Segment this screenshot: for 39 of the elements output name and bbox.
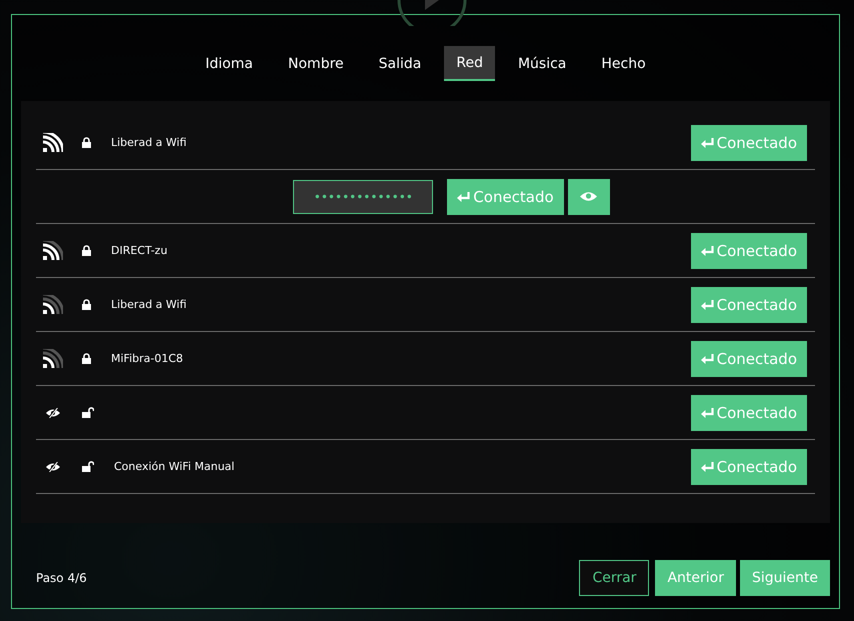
password-field[interactable]: •••••••••••••• (293, 180, 434, 214)
return-icon (700, 300, 714, 310)
signal-icon (43, 132, 63, 152)
network-name: MiFibra-01C8 (111, 352, 184, 365)
step-counter: Paso 4/6 (36, 571, 87, 585)
signal-icon (43, 348, 63, 368)
eye-icon (580, 191, 598, 202)
return-icon (700, 462, 714, 472)
network-name: Conexión WiFi Manual (114, 460, 234, 473)
step-tab[interactable]: Idioma (193, 46, 266, 81)
step-tab[interactable]: Nombre (276, 46, 356, 81)
network-name: Liberad a Wifi (111, 298, 187, 311)
eye-slash-icon (46, 408, 60, 418)
return-icon (700, 138, 714, 148)
connect-button[interactable]: Conectado (447, 178, 564, 214)
wizard-button[interactable]: Anterior (655, 560, 736, 596)
signal-icon (43, 294, 63, 314)
return-icon (457, 192, 470, 202)
wizard-button[interactable]: Siguiente (740, 560, 830, 596)
connect-button[interactable]: Conectado (690, 448, 807, 484)
step-tab[interactable]: Red (444, 46, 495, 81)
connect-button[interactable]: Conectado (690, 232, 807, 268)
step-tab[interactable]: Música (506, 46, 578, 81)
show-password-button[interactable] (568, 178, 610, 214)
step-tab[interactable]: Hecho (589, 46, 658, 81)
eye-slash-icon (46, 462, 60, 472)
network-name: DIRECT-zu (111, 244, 168, 257)
return-icon (700, 246, 714, 256)
connect-button[interactable]: Conectado (690, 340, 807, 376)
wizard-button[interactable]: Cerrar (579, 560, 650, 596)
connect-button[interactable]: Conectado (690, 286, 807, 322)
network-name: Liberad a Wifi (111, 136, 187, 149)
step-tab[interactable]: Salida (366, 46, 434, 81)
play-icon[interactable] (397, 0, 467, 26)
connect-button[interactable]: Conectado (690, 124, 807, 160)
signal-icon (43, 240, 63, 260)
return-icon (700, 354, 714, 364)
connect-button[interactable]: Conectado (690, 394, 807, 430)
return-icon (700, 408, 714, 418)
